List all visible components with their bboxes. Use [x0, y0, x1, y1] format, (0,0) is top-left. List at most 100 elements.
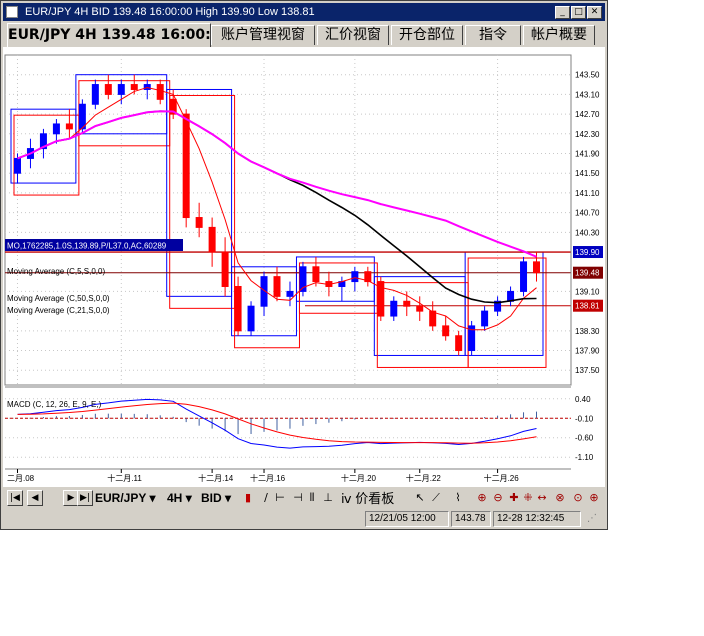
price-chart[interactable]: 0.40-0.10-0.60-1.10 143.50143.10142.7014…: [3, 47, 605, 487]
price-tick-label: 139.48: [575, 269, 600, 278]
candle-type-icon[interactable]: ▮: [241, 491, 255, 505]
maximize-button[interactable]: □: [571, 6, 586, 19]
candle-body: [455, 335, 463, 352]
order-label[interactable]: MO,1762285,1.0S,139.89,P/L37.0,AC,60289: [7, 242, 167, 251]
symbol-value: EUR/JPY: [95, 491, 147, 505]
ma-5-label[interactable]: Moving Average (C,5,S,0,0): [7, 267, 105, 276]
date-tick-label: 十二月.22: [406, 473, 442, 483]
macd-panel: 0.40 -0.10 -0.60 -1.10: [5, 386, 594, 462]
date-tick-label: 十二月.16: [250, 473, 286, 483]
ma-50-line: [17, 110, 537, 258]
status-time: 12-28 12:32:45: [493, 511, 581, 527]
close-button[interactable]: ✕: [587, 6, 602, 19]
scale-icon[interactable]: ⊥: [321, 491, 335, 505]
date-tick-label: 十二月.26: [484, 473, 520, 483]
price-axis: 143.50 143.10 142.70 142.30 141.90 141.50 141.…: [570, 55, 603, 385]
alert-icon[interactable]: ⊗: [553, 491, 567, 505]
price-type-value: BID: [201, 491, 222, 505]
scroll-first-button[interactable]: |◀: [7, 490, 23, 506]
zoom-out-icon[interactable]: ⊖: [491, 491, 505, 505]
chart-toolbar: |◀ ◀ ▶ ▶| EUR/JPY ▾ 4H ▾ BID ▾ ▮ ∕ ⊢ ⊣ ⫴…: [3, 487, 605, 509]
line-type-icon[interactable]: ∕: [259, 491, 273, 505]
candle-body: [520, 261, 528, 292]
print-icon[interactable]: ⊕: [587, 491, 601, 505]
text-tool-icon[interactable]: ↔: [535, 491, 549, 505]
macd-tick-label: -0.10: [575, 414, 594, 423]
candle-body: [13, 157, 21, 174]
quote-board-icon: ⅳ: [341, 491, 352, 506]
scroll-prev-button[interactable]: ◀: [27, 490, 43, 506]
macd-label[interactable]: MACD (C, 12, 26, E, 9, E,): [7, 400, 102, 409]
quote-board-label: 价看板: [355, 491, 395, 506]
price-tick-label: 140.30: [575, 228, 600, 237]
candle-body: [221, 251, 229, 287]
refresh-icon[interactable]: ⊙: [571, 491, 585, 505]
title-bar[interactable]: EUR/JPY 4H BID 139.48 16:00:00 High 139.…: [3, 3, 605, 21]
window-icon: [6, 6, 18, 18]
candle-body: [182, 113, 190, 219]
drawing-tools-icon[interactable]: ⌇: [451, 491, 465, 505]
tab-account-manager[interactable]: 账户管理视窗: [211, 25, 315, 45]
price-tick-label: 143.50: [575, 71, 600, 80]
tab-rates[interactable]: 汇价视窗: [317, 25, 389, 45]
price-tick-label: 141.50: [575, 169, 600, 178]
price-tick-label: 142.70: [575, 110, 600, 119]
timeframe-value: 4H: [167, 491, 183, 505]
candle-body: [65, 123, 73, 130]
candle-body: [442, 325, 450, 337]
price-tick-label: 141.90: [575, 150, 600, 159]
date-tick-label: 十二月.11: [107, 473, 142, 483]
low-channel-box: [376, 282, 469, 368]
candle-body: [91, 84, 99, 105]
status-bar: 12/21/05 12:00 143.78 12-28 12:32:45 ⋰: [3, 509, 605, 529]
candle-body: [208, 226, 216, 253]
window-title: EUR/JPY 4H BID 139.48 16:00:00 High 139.…: [25, 6, 315, 18]
chart-window: EUR/JPY 4H BID 139.48 16:00:00 High 139.…: [0, 0, 608, 530]
price-tick-label: 141.10: [575, 189, 600, 198]
candle-body: [195, 217, 203, 228]
tab-orders[interactable]: 指令: [465, 25, 521, 45]
chart-area[interactable]: 0.40 -0.10 -0.60 -1.10 143.50 143.10 142.70 14…: [3, 47, 605, 487]
cursor-icon[interactable]: ↖: [413, 491, 427, 505]
draw-line-icon[interactable]: ⟋: [429, 491, 443, 505]
price-tick-label: 137.50: [575, 366, 600, 375]
candle-body: [351, 271, 359, 283]
tab-open-positions[interactable]: 开仓部位: [391, 25, 463, 45]
tab-account-summary[interactable]: 帐户概要: [523, 25, 595, 45]
volume-icon[interactable]: ⫴: [305, 491, 319, 505]
resize-grip-icon[interactable]: ⋰: [587, 513, 597, 524]
ma-21-label[interactable]: Moving Average (C,21,S,0,0): [7, 306, 110, 315]
indicator-labels: MO,1762285,1.0S,139.89,P/L37.0,AC,60289 …: [5, 239, 183, 409]
candle-body: [104, 84, 112, 95]
candle-body: [286, 290, 294, 297]
candle-body: [247, 305, 255, 332]
candle-body: [117, 84, 125, 95]
quote-board-button[interactable]: ⅳ 价看板: [341, 490, 394, 507]
ma-50-label[interactable]: Moving Average (C,50,S,0,0): [7, 294, 110, 303]
fibonacci-icon[interactable]: ⁜: [521, 491, 535, 505]
bar-type-icon[interactable]: ⊢: [273, 491, 287, 505]
scroll-last-button[interactable]: ▶|: [77, 490, 93, 506]
price-tick-label: 138.30: [575, 327, 600, 336]
indicator-icon[interactable]: ✚: [507, 491, 521, 505]
timeframe-dropdown[interactable]: 4H ▾: [167, 490, 192, 507]
tab-bar: EUR/JPY 4H 139.48 16:00:00 账户管理视窗 汇价视窗 开…: [3, 23, 605, 47]
chevron-down-icon: ▾: [225, 491, 232, 505]
minimize-button[interactable]: _: [555, 6, 570, 19]
date-tick-label: 十二月.14: [198, 473, 234, 483]
tab-chart[interactable]: EUR/JPY 4H 139.48 16:00:00: [7, 23, 230, 47]
status-price: 143.78: [451, 511, 491, 527]
ohlc-icon[interactable]: ⊣: [291, 491, 305, 505]
date-tick-label: 十二月.20: [341, 473, 377, 483]
price-type-dropdown[interactable]: BID ▾: [201, 490, 231, 507]
price-tick-label: 138.81: [575, 302, 600, 311]
zoom-in-icon[interactable]: ⊕: [475, 491, 489, 505]
price-tick-label: 142.30: [575, 130, 600, 139]
macd-tick-label: 0.40: [575, 395, 591, 404]
symbol-dropdown[interactable]: EUR/JPY ▾: [95, 490, 156, 507]
high-channel-box: [464, 251, 544, 356]
date-tick-label: 二月.08: [7, 474, 35, 483]
candle-body: [52, 123, 60, 135]
price-tick-label: 139.10: [575, 287, 600, 296]
candle-body: [533, 261, 541, 274]
